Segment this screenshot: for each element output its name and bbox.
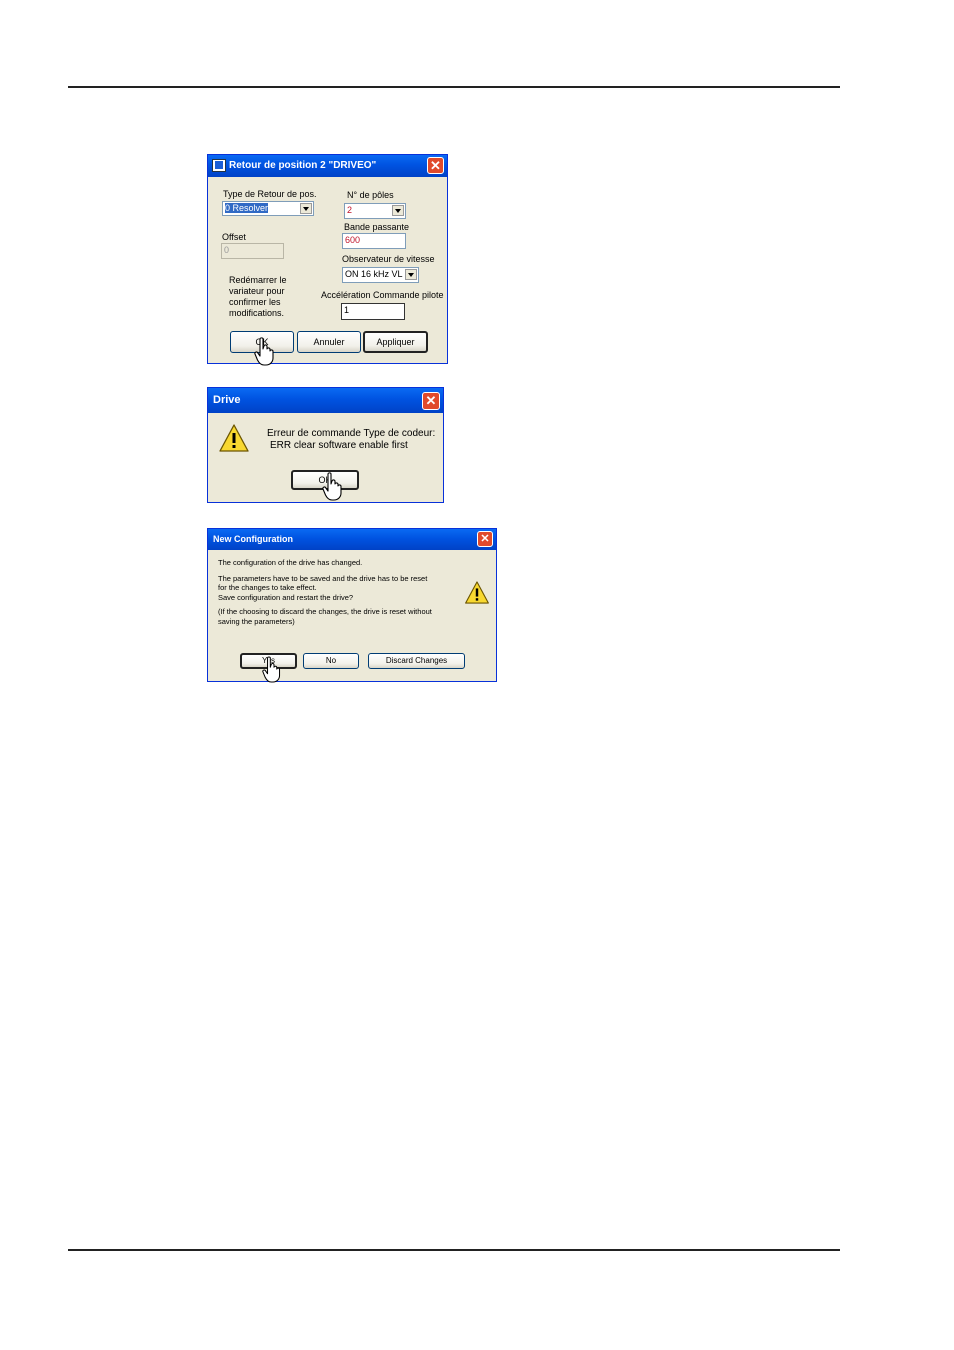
app-icon [212,159,226,172]
error-line-1: Erreur de commande Type de codeur: [267,428,436,439]
position-feedback-dialog: Retour de position 2 "DRIVEO" ✕ Type de … [207,154,448,364]
bandwidth-value: 600 [345,235,361,245]
observer-value: ON 16 kHz VL [345,269,403,279]
restart-note-line: modifications. [229,308,285,318]
message-line: for the changes to take effect. [218,583,317,592]
message-line: The configuration of the drive has chang… [218,558,363,567]
feedback-type-select[interactable]: 0 Resolver [222,201,314,216]
bandwidth-field[interactable]: 600 [342,233,406,249]
title-bar[interactable]: Drive ✕ [208,388,443,413]
error-line-2: ERR clear software enable first [270,440,408,451]
chevron-down-icon[interactable] [300,203,312,214]
no-button[interactable]: No [303,653,359,669]
window-title: Drive [213,394,241,406]
hand-cursor-icon [322,472,342,501]
accel-value: 1 [344,305,350,315]
accel-field[interactable]: 1 [341,303,405,320]
hand-cursor-icon [254,337,274,366]
close-button[interactable]: ✕ [477,531,493,547]
title-bar[interactable]: New Configuration ✕ [208,529,496,550]
new-configuration-dialog: New Configuration ✕ The configuration of… [207,528,497,682]
close-button[interactable]: ✕ [422,392,440,410]
bottom-rule [68,1249,840,1251]
message-line: Save configuration and restart the drive… [218,592,354,602]
apply-button[interactable]: Appliquer [363,331,428,353]
close-button[interactable]: ✕ [427,157,444,174]
hand-cursor-icon [262,656,281,683]
message-line: The parameters have to be saved and the … [218,573,428,583]
discard-changes-button[interactable]: Discard Changes [368,653,465,669]
offset-field[interactable]: 0 [221,243,284,259]
message-line: (If the choosing to discard the changes,… [218,607,432,616]
error-message: Erreur de commande Type de codeur: ERR c… [267,428,435,452]
top-rule [68,86,840,88]
restart-note-line: confirmer les [229,297,281,307]
bandwidth-label: Bande passante [344,222,410,232]
configuration-message: The configuration of the drive has chang… [218,558,432,626]
poles-label: N° de pôles [347,190,394,200]
offset-value: 0 [224,245,230,255]
chevron-down-icon[interactable] [392,205,404,216]
restart-note: Redémarrer le variateur pour confirmer l… [229,275,287,319]
accel-label: Accélération Commande pilote [321,290,444,300]
feedback-type-value: 0 Resolver [225,203,269,213]
offset-label: Offset [222,232,246,242]
title-bar[interactable]: Retour de position 2 "DRIVEO" ✕ [208,155,447,177]
cancel-button[interactable]: Annuler [297,331,361,353]
window-title: New Configuration [213,534,293,544]
poles-value: 2 [347,205,353,215]
feedback-type-label: Type de Retour de pos. [223,189,317,199]
observer-select[interactable]: ON 16 kHz VL [342,267,419,283]
warning-icon [219,424,249,452]
chevron-down-icon[interactable] [405,269,417,280]
restart-note-line: variateur pour [229,286,285,296]
message-line: saving the parameters) [218,616,295,626]
poles-select[interactable]: 2 [344,203,406,219]
window-title: Retour de position 2 "DRIVEO" [229,160,377,171]
warning-icon [465,581,489,604]
restart-note-line: Redémarrer le [229,275,287,285]
observer-label: Observateur de vitesse [342,254,435,264]
